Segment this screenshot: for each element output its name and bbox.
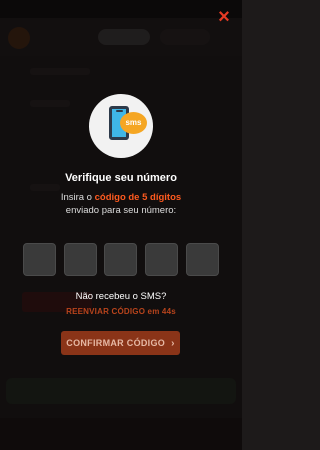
code-digit-input[interactable]	[23, 243, 56, 276]
modal-scrim	[0, 0, 242, 450]
confirm-code-button[interactable]: CONFIRMAR CÓDIGO ›	[61, 331, 180, 355]
instruction-line-2: enviado para seu número:	[65, 205, 177, 216]
no-sms-text: Não recebeu o SMS?	[75, 291, 167, 302]
chevron-right-icon: ›	[171, 337, 175, 349]
code-digit-input[interactable]	[104, 243, 137, 276]
close-icon[interactable]: ×	[215, 7, 233, 27]
sms-illustration: sms	[89, 94, 153, 158]
code-digit-input[interactable]	[64, 243, 97, 276]
phone-speaker	[116, 110, 123, 112]
resend-code-link[interactable]: REENVIAR CÓDIGO em 44s	[0, 307, 242, 316]
confirm-code-label: CONFIRMAR CÓDIGO	[66, 338, 166, 348]
instruction-prefix: Insira o	[60, 192, 95, 203]
sms-bubble-icon: sms	[120, 112, 147, 134]
code-digit-input[interactable]	[145, 243, 178, 276]
modal-title: Verifique seu número	[65, 172, 177, 184]
instruction-highlight: código de 5 dígitos	[94, 192, 182, 203]
instruction-line-1: Insira o código de 5 dígitos	[0, 192, 242, 203]
code-digit-input[interactable]	[186, 243, 219, 276]
code-input-row	[23, 243, 219, 276]
